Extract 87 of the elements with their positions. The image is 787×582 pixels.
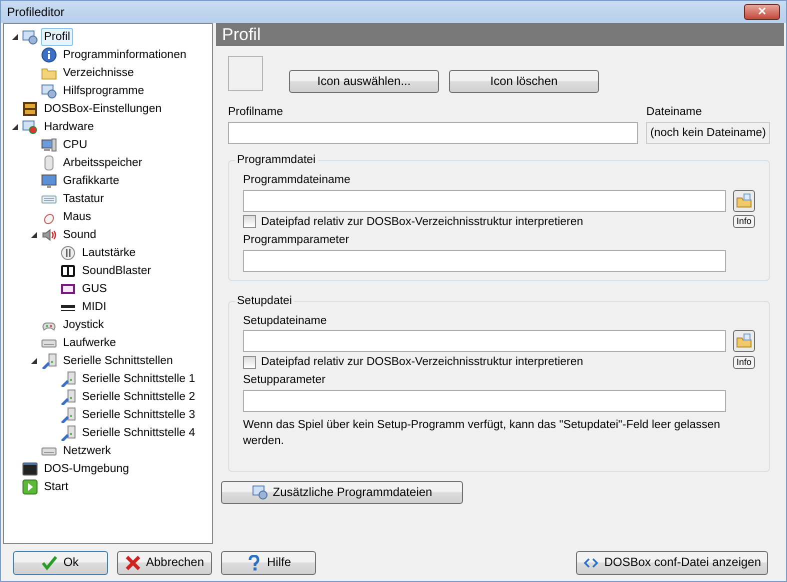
- tree-item[interactable]: Joystick: [60, 316, 107, 334]
- group-title: Programmdatei: [235, 153, 318, 168]
- tree-item[interactable]: SoundBlaster: [79, 262, 154, 280]
- gear-icon: [22, 29, 38, 45]
- checkbox[interactable]: [243, 215, 256, 228]
- parameter-field[interactable]: [243, 390, 726, 412]
- plug-icon: [60, 407, 76, 423]
- gear-icon: [41, 83, 57, 99]
- tree-item[interactable]: Serielle Schnittstelle 3: [79, 406, 198, 424]
- group-title: Setupdatei: [235, 294, 294, 308]
- tree-item[interactable]: Verzeichnisse: [60, 64, 137, 82]
- question-icon: [246, 554, 262, 570]
- tree-item[interactable]: Maus: [60, 208, 94, 226]
- tree-item[interactable]: Programminformationen: [60, 46, 190, 64]
- tree-item[interactable]: CPU: [60, 136, 90, 154]
- info-icon: [41, 47, 57, 63]
- checkbox-label: Dateipfad relativ zur DOSBox-Verzeichnisstruktur interpretieren: [261, 214, 584, 230]
- tree-item[interactable]: Serielle Schnittstelle 4: [79, 424, 198, 442]
- tree-item[interactable]: Lautstärke: [79, 244, 139, 262]
- folder-icon: [736, 192, 752, 209]
- check-icon: [42, 554, 58, 570]
- gear-icon: [252, 484, 268, 500]
- field-label: Programmdateiname: [243, 173, 352, 188]
- expander-icon[interactable]: [11, 33, 19, 41]
- play-icon: [22, 479, 38, 495]
- volume-knob-icon: [60, 245, 76, 261]
- window-title: Profileditor: [7, 4, 64, 20]
- field-label: Programmparameter: [243, 233, 350, 248]
- tree-item[interactable]: Laufwerke: [60, 334, 120, 352]
- expander-icon[interactable]: [30, 231, 38, 239]
- tree-item[interactable]: Sound: [60, 226, 100, 244]
- plug-icon: [60, 389, 76, 405]
- tree-item[interactable]: Grafikkarte: [60, 172, 122, 190]
- monitor-icon: [41, 173, 57, 189]
- plug-icon: [60, 425, 76, 441]
- browse-button[interactable]: [733, 330, 755, 352]
- tree-item[interactable]: Serielle Schnittstellen: [60, 352, 176, 370]
- parameter-field[interactable]: [243, 250, 726, 272]
- plug-icon: [60, 371, 76, 387]
- speaker-icon: [41, 227, 57, 243]
- computer-icon: [41, 137, 57, 153]
- note-text: Wenn das Spiel über kein Setup-Programm verfügt, kann das "Setupdatei"-Feld leer gelassen werden.: [243, 418, 722, 449]
- soundcard-icon: [60, 263, 76, 279]
- soundcard-icon: [60, 281, 76, 297]
- hardware-icon: [22, 119, 38, 135]
- folder-icon: [736, 332, 752, 349]
- field-label: Profilname: [228, 105, 284, 120]
- checkbox-label: Dateipfad relativ zur DOSBox-Verzeichnisstruktur interpretieren: [261, 354, 584, 370]
- dosbox-icon: [22, 101, 38, 117]
- file-path-field[interactable]: [243, 330, 726, 352]
- field-label: Dateiname: [646, 105, 703, 120]
- dialog-button[interactable]: Hilfe: [221, 550, 316, 574]
- tree-item[interactable]: GUS: [79, 280, 110, 298]
- file-path-field[interactable]: [243, 190, 726, 212]
- tree-item[interactable]: Profil: [41, 28, 74, 46]
- tree-item[interactable]: Arbeitsspeicher: [60, 154, 146, 172]
- icon-preview: [228, 56, 263, 91]
- tree-item[interactable]: DOS-Umgebung: [41, 460, 132, 478]
- icon-button[interactable]: Icon auswählen...: [289, 70, 439, 93]
- info-button[interactable]: Info: [733, 215, 755, 228]
- cross-icon: [124, 554, 141, 570]
- info-button[interactable]: Info: [733, 356, 755, 369]
- file-name-field: (noch kein Dateiname): [646, 122, 770, 144]
- expander-icon[interactable]: [30, 357, 38, 365]
- icon-button[interactable]: Icon löschen: [449, 70, 599, 93]
- tree-item[interactable]: Tastatur: [60, 190, 107, 208]
- panel-header: Profil: [216, 23, 784, 46]
- console-icon: [22, 461, 38, 477]
- field-label: Setupparameter: [243, 373, 326, 388]
- tree-item[interactable]: Hilfsprogramme: [60, 82, 148, 100]
- plug-icon: [41, 353, 57, 369]
- dialog-button[interactable]: DOSBox conf-Datei anzeigen: [576, 550, 768, 574]
- tree-item[interactable]: Start: [41, 478, 72, 496]
- dialog-button[interactable]: Abbrechen: [117, 550, 212, 574]
- browse-button[interactable]: [733, 190, 755, 212]
- dialog-button[interactable]: Ok: [13, 550, 108, 574]
- tree-item[interactable]: DOSBox-Einstellungen: [41, 100, 165, 118]
- profile-name-field[interactable]: [228, 122, 638, 144]
- tree-item[interactable]: MIDI: [79, 298, 110, 316]
- expander-icon[interactable]: [11, 123, 19, 131]
- tree-item[interactable]: Hardware: [41, 118, 97, 136]
- tree-item[interactable]: Serielle Schnittstelle 2: [79, 388, 198, 406]
- field-label: Setupdateiname: [243, 314, 328, 328]
- checkbox[interactable]: [243, 356, 256, 369]
- extra-files-button[interactable]: Zusätzliche Programmdateien: [221, 480, 463, 504]
- tree-item[interactable]: Netzwerk: [60, 442, 114, 460]
- tree-item[interactable]: Serielle Schnittstelle 1: [79, 370, 198, 388]
